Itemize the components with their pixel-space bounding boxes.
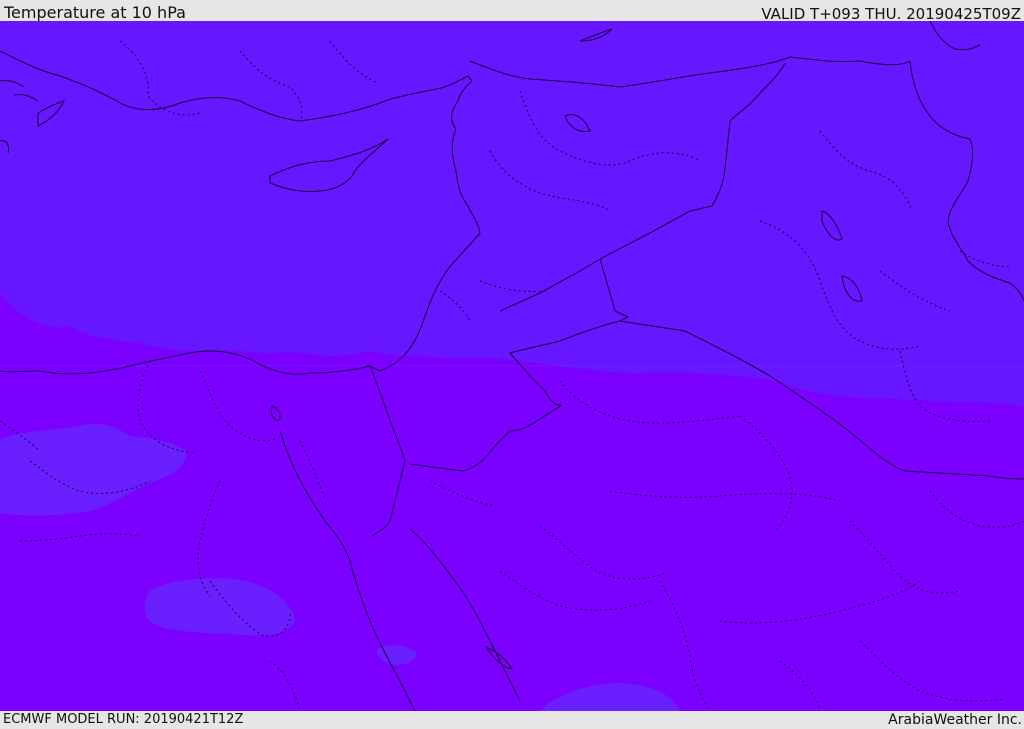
map-title: Temperature at 10 hPa <box>4 3 186 22</box>
credit-text: ArabiaWeather Inc. <box>888 712 1022 728</box>
model-run: ECMWF MODEL RUN: 20190421T12Z <box>3 712 244 727</box>
map-canvas <box>0 21 1024 711</box>
map-header: Temperature at 10 hPa VALID T+093 THU. 2… <box>0 0 1024 23</box>
weather-map[interactable] <box>0 21 1024 711</box>
map-footer: ECMWF MODEL RUN: 20190421T12Z ArabiaWeat… <box>0 711 1024 729</box>
